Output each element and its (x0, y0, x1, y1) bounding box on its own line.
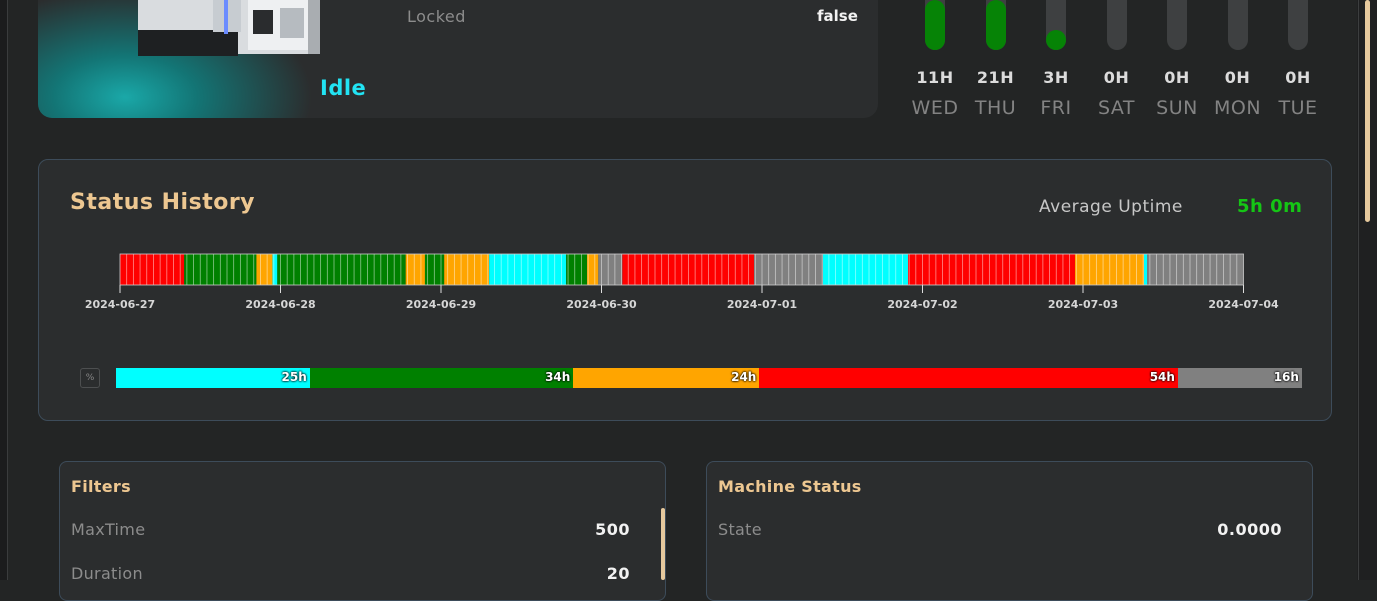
summary-segment-running: 34h (309, 368, 574, 388)
day-bar-fill (925, 0, 945, 50)
summary-segment-warning: 24h (573, 368, 760, 388)
day-bar-fill (1046, 30, 1066, 50)
page-scrollbar-thumb[interactable] (1365, 0, 1370, 222)
duration-value: 20 (606, 564, 630, 583)
timeline-segment-idle (1143, 254, 1148, 285)
maxtime-label: MaxTime (71, 520, 146, 539)
day-name-label: SUN (1156, 97, 1198, 119)
timeline-date-label: 2024-07-04 (1208, 298, 1279, 311)
summary-segment-label: 54h (1149, 370, 1175, 384)
machine-status-title: Machine Status (718, 477, 862, 496)
summary-segment-alarm: 54h (759, 368, 1178, 388)
timeline-date-label: 2024-06-28 (245, 298, 315, 311)
state-value: 0.0000 (1217, 520, 1282, 539)
timeline-date-label: 2024-06-29 (406, 298, 476, 311)
status-summary-bar: 25h 34h 24h 54h 16h (116, 368, 1302, 388)
summary-segment-idle: 25h (116, 368, 310, 388)
day-bar-track (1167, 0, 1187, 50)
summary-segment-label: 16h (1273, 370, 1299, 384)
timeline-date-label: 2024-07-01 (727, 298, 797, 311)
day-name-label: FRI (1040, 97, 1072, 119)
maxtime-value: 500 (595, 520, 630, 539)
filters-scrollbar[interactable] (661, 508, 665, 580)
timeline-segment-warning (256, 254, 273, 285)
timeline-segment-offline (1147, 254, 1244, 285)
timeline-date-label: 2024-06-27 (85, 298, 155, 311)
day-hours-label: 3H (1043, 68, 1069, 87)
filters-title: Filters (71, 477, 131, 496)
day-name-label: SAT (1097, 97, 1136, 119)
day-bar-track (1106, 0, 1127, 50)
machine-status-panel: Machine Status State 0.0000 (706, 461, 1313, 601)
day-bar-track (1046, 0, 1066, 50)
timeline-date-label: 2024-07-03 (1048, 298, 1118, 311)
day-hours-label: 0H (1103, 68, 1130, 87)
summary-segment-label: 24h (731, 370, 757, 384)
machine-image (138, 0, 320, 56)
machine-card: Idle Locked false (38, 0, 878, 118)
day-hours-label: 11H (916, 68, 954, 87)
summary-segment-offline: 16h (1177, 368, 1302, 388)
timeline-date-label: 2024-06-30 (566, 298, 637, 311)
timeline-date-label: 2024-07-02 (887, 298, 957, 311)
status-timeline: 2024-06-27 2024-06-28 2024-06-29 2024-06-30… (85, 253, 1279, 311)
day-hours-label: 0H (1164, 68, 1190, 87)
timeline-segment-warning (405, 254, 425, 285)
filters-panel: Filters MaxTime 500 Duration 20 (59, 461, 666, 601)
status-history-card: Status History Average Uptime 5h 0m 2024… (38, 159, 1332, 421)
day-name-label: THU (974, 97, 1017, 119)
timeline-segment-running (566, 254, 588, 285)
timeline-segment-offline (598, 254, 623, 285)
locked-value: false (817, 7, 858, 25)
state-label: State (718, 520, 762, 539)
day-hours-label: 0H (1224, 68, 1251, 87)
percent-toggle-button[interactable]: % (80, 368, 100, 388)
day-name-label: WED (911, 97, 959, 119)
machine-state-label: Idle (320, 76, 367, 100)
day-bar-track (1288, 0, 1308, 50)
timeline-segment-warning (444, 254, 490, 285)
day-hours-label: 0H (1285, 68, 1311, 87)
left-window-edge (0, 0, 8, 580)
summary-segment-label: 34h (545, 370, 571, 384)
locked-label: Locked (407, 7, 466, 26)
timeline-segment-running (277, 254, 406, 285)
day-hours-label: 21H (976, 68, 1015, 87)
day-bar-fill (985, 0, 1006, 50)
timeline-segment-warning (587, 254, 599, 285)
day-name-label: TUE (1278, 97, 1318, 119)
day-bar-track (985, 0, 1006, 50)
timeline-segment-alarm (120, 254, 185, 285)
timeline-segment-idle (272, 254, 278, 285)
summary-segment-label: 25h (281, 370, 307, 384)
duration-label: Duration (71, 564, 143, 583)
page-scrollbar-divider (1358, 0, 1359, 580)
day-bar-track (1227, 0, 1248, 50)
day-bar-track (925, 0, 945, 50)
day-name-label: MON (1213, 97, 1262, 119)
